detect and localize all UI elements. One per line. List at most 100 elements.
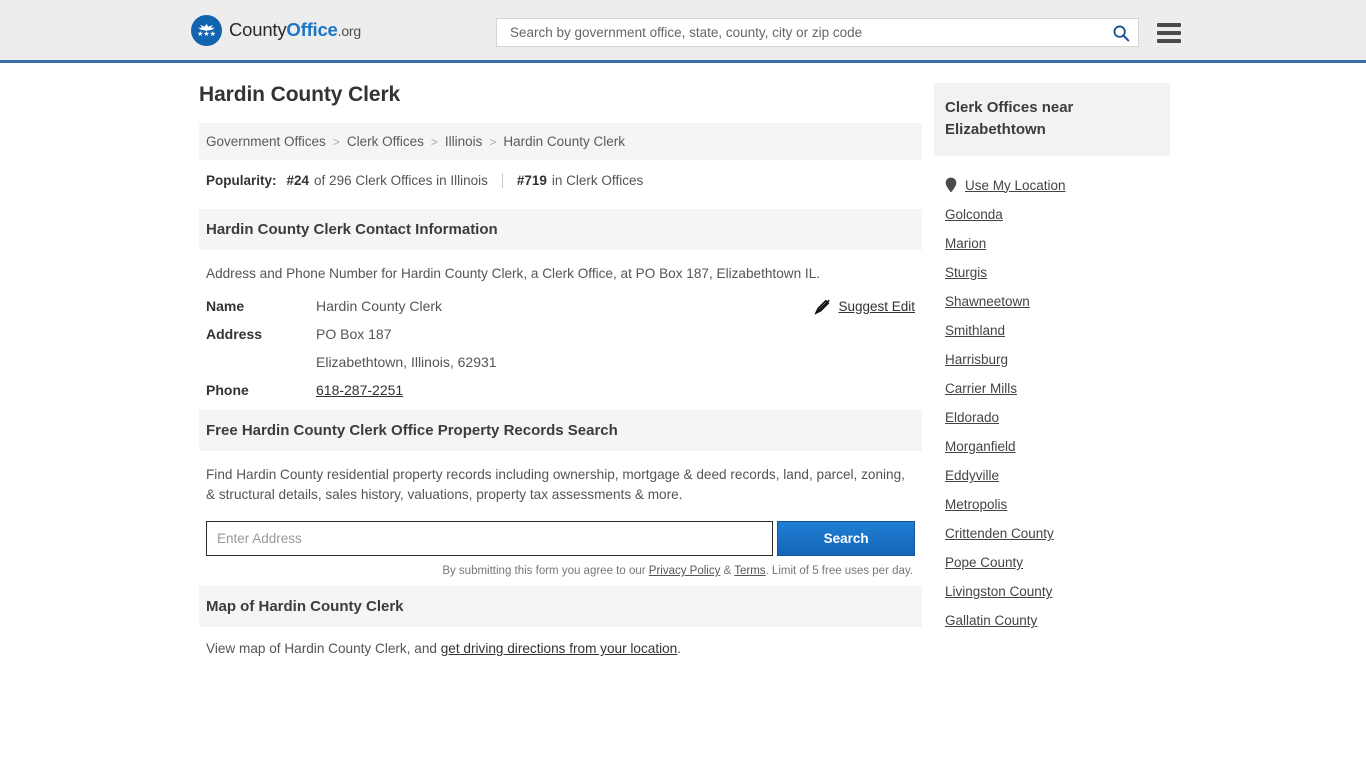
sidebar-link-eddyville[interactable]: Eddyville	[945, 468, 999, 483]
use-my-location-link[interactable]: Use My Location	[965, 178, 1066, 193]
sidebar-link-shawneetown[interactable]: Shawneetown	[945, 294, 1030, 309]
breadcrumb-item-illinois[interactable]: Illinois	[445, 134, 483, 149]
breadcrumb-item-current: Hardin County Clerk	[503, 134, 625, 149]
logo-text-county: County	[229, 19, 287, 40]
list-item[interactable]: Crittenden County	[945, 519, 1159, 548]
sidebar-link-smithland[interactable]: Smithland	[945, 323, 1005, 338]
sidebar-link-golconda[interactable]: Golconda	[945, 207, 1003, 222]
stars-glyph: ★★★	[197, 31, 216, 38]
list-item[interactable]: Sturgis	[945, 258, 1159, 287]
breadcrumb-item-government-offices[interactable]: Government Offices	[206, 134, 326, 149]
popularity-state-rank: #24	[286, 173, 310, 188]
list-item[interactable]: Livingston County	[945, 577, 1159, 606]
address-input[interactable]	[206, 521, 774, 556]
popularity-bar: Popularity: #24 of 296 Clerk Offices in …	[199, 160, 922, 200]
list-item[interactable]: Gallatin County	[945, 606, 1159, 635]
map-description-pre: View map of Hardin County Clerk, and	[206, 641, 437, 656]
contact-section-body: Address and Phone Number for Hardin Coun…	[199, 250, 922, 398]
list-item[interactable]: Morganfield	[945, 432, 1159, 461]
sidebar-link-morganfield[interactable]: Morganfield	[945, 439, 1016, 454]
contact-row-phone: Phone 618-287-2251	[206, 382, 915, 398]
sidebar-link-metropolis[interactable]: Metropolis	[945, 497, 1007, 512]
contact-label-name: Name	[206, 298, 245, 314]
disclaimer-ampersand: &	[723, 565, 732, 577]
page-layout: Hardin County Clerk Government Offices >…	[0, 63, 1366, 656]
contact-row-address: Address PO Box 187	[206, 326, 915, 342]
contact-row-name: Name Hardin County Clerk	[206, 298, 915, 314]
list-item[interactable]: Eldorado	[945, 403, 1159, 432]
breadcrumb-separator-icon: >	[430, 134, 438, 149]
site-logo[interactable]: ★★★ CountyOffice.org	[191, 14, 361, 46]
property-search-description: Find Hardin County residential property …	[206, 467, 905, 502]
list-item[interactable]: Smithland	[945, 316, 1159, 345]
sidebar-link-pope-county[interactable]: Pope County	[945, 555, 1023, 570]
breadcrumb-separator-icon: >	[332, 134, 340, 149]
popularity-state-rest: of 296 Clerk Offices in Illinois	[314, 173, 488, 188]
eagle-seal-icon: ★★★	[191, 14, 222, 46]
sidebar-nearby-list: Use My Location Golconda Marion Sturgis …	[934, 170, 1170, 635]
page-title: Hardin County Clerk	[199, 83, 401, 106]
logo-text-org: .org	[337, 23, 362, 39]
breadcrumb-item-clerk-offices[interactable]: Clerk Offices	[347, 134, 424, 149]
site-header: ★★★ CountyOffice.org	[0, 0, 1366, 63]
property-search-form: Search	[206, 521, 915, 556]
contact-row-address-line2: Elizabethtown, Illinois, 62931	[206, 354, 915, 370]
contact-value-address-line1: PO Box 187	[316, 326, 392, 342]
list-item[interactable]: Eddyville	[945, 461, 1159, 490]
terms-link[interactable]: Terms	[734, 565, 765, 577]
sidebar-link-crittenden-county[interactable]: Crittenden County	[945, 526, 1054, 541]
map-section-heading: Map of Hardin County Clerk	[199, 586, 922, 627]
search-input[interactable]	[508, 24, 1112, 41]
contact-value-address-line2: Elizabethtown, Illinois, 62931	[316, 354, 497, 370]
popularity-national-rank: #719	[516, 173, 547, 188]
list-item[interactable]: Carrier Mills	[945, 374, 1159, 403]
sidebar-link-harrisburg[interactable]: Harrisburg	[945, 352, 1008, 367]
contact-details-table: Suggest Edit Name Hardin County Clerk Ad…	[206, 298, 915, 398]
property-search-body: Find Hardin County residential property …	[199, 451, 922, 577]
sidebar-link-marion[interactable]: Marion	[945, 236, 986, 251]
list-item[interactable]: Harrisburg	[945, 345, 1159, 374]
disclaimer-text-pre: By submitting this form you agree to our	[442, 565, 646, 577]
popularity-label: Popularity:	[206, 173, 277, 188]
main-content: Hardin County Clerk Government Offices >…	[199, 83, 922, 656]
sidebar-item-use-my-location[interactable]: Use My Location	[945, 170, 1159, 200]
global-search-box[interactable]	[496, 18, 1139, 47]
disclaimer-text-post: . Limit of 5 free uses per day.	[765, 565, 913, 577]
burger-bar	[1157, 38, 1181, 43]
contact-label-address: Address	[206, 326, 263, 342]
map-pin-icon	[945, 177, 957, 193]
sidebar-link-sturgis[interactable]: Sturgis	[945, 265, 987, 280]
list-item[interactable]: Metropolis	[945, 490, 1159, 519]
search-icon[interactable]	[1112, 24, 1130, 42]
suggest-edit-label: Suggest Edit	[838, 299, 915, 314]
contact-label-phone: Phone	[206, 382, 249, 398]
list-item[interactable]: Pope County	[945, 548, 1159, 577]
list-item[interactable]: Marion	[945, 229, 1159, 258]
sidebar-link-livingston-county[interactable]: Livingston County	[945, 584, 1052, 599]
suggest-edit-button[interactable]: Suggest Edit	[814, 298, 915, 315]
property-search-button[interactable]: Search	[777, 521, 915, 556]
map-section-description: View map of Hardin County Clerk, and get…	[199, 627, 922, 656]
burger-bar	[1157, 22, 1181, 27]
phone-link[interactable]: 618-287-2251	[316, 382, 403, 398]
sidebar-link-carrier-mills[interactable]: Carrier Mills	[945, 381, 1017, 396]
sidebar-heading: Clerk Offices near Elizabethtown	[934, 83, 1170, 156]
breadcrumb-separator-icon: >	[489, 134, 497, 149]
burger-bar	[1157, 30, 1181, 35]
list-item[interactable]: Golconda	[945, 200, 1159, 229]
logo-wordmark: CountyOffice.org	[229, 19, 361, 41]
sidebar-link-gallatin-county[interactable]: Gallatin County	[945, 613, 1037, 628]
contact-value-name: Hardin County Clerk	[316, 298, 443, 314]
contact-section-heading: Hardin County Clerk Contact Information	[199, 209, 922, 250]
sidebar-link-eldorado[interactable]: Eldorado	[945, 410, 999, 425]
breadcrumb: Government Offices > Clerk Offices > Ill…	[199, 123, 922, 160]
logo-text-office: Office	[286, 19, 338, 40]
privacy-policy-link[interactable]: Privacy Policy	[649, 565, 721, 577]
property-search-disclaimer: By submitting this form you agree to our…	[206, 565, 915, 577]
popularity-divider	[501, 173, 503, 188]
edit-pencil-icon	[814, 299, 831, 315]
header-search-area	[496, 18, 1181, 47]
list-item[interactable]: Shawneetown	[945, 287, 1159, 316]
driving-directions-link[interactable]: get driving directions from your locatio…	[441, 641, 678, 656]
hamburger-menu-icon[interactable]	[1157, 22, 1181, 43]
